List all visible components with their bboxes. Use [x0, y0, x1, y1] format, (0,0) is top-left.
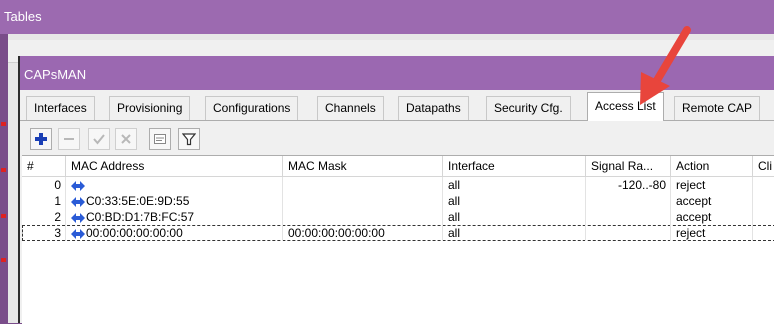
mac-address-text: C0:33:5E:0E:9D:55: [86, 194, 190, 208]
column-header-client[interactable]: Cli: [753, 156, 774, 176]
mac-address-text: 00:00:00:00:00:00: [86, 226, 183, 240]
row-interface: all: [443, 177, 586, 193]
tab-channels[interactable]: Channels: [317, 96, 384, 120]
row-action: accept: [671, 193, 753, 209]
background-row-marker: [1, 214, 6, 218]
disable-button[interactable]: [115, 128, 137, 150]
row-signal-range: [586, 193, 671, 209]
row-signal-range: -120..-80: [586, 177, 671, 193]
remove-button[interactable]: [58, 128, 80, 150]
toolbar: [20, 121, 774, 155]
row-number: 1: [22, 193, 66, 209]
column-header-number[interactable]: #: [22, 156, 66, 176]
comment-button[interactable]: [149, 128, 171, 150]
enable-button[interactable]: [88, 128, 110, 150]
background-row-marker: [1, 258, 6, 262]
table-row[interactable]: 0 all -120..-80 reject: [22, 177, 774, 193]
tab-datapaths[interactable]: Datapaths: [398, 96, 469, 120]
add-button[interactable]: [30, 128, 52, 150]
background-row-marker: [1, 122, 6, 126]
row-signal-range: [586, 209, 671, 225]
column-header-interface[interactable]: Interface: [443, 156, 586, 176]
capsman-titlebar[interactable]: CAPsMAN: [20, 56, 774, 90]
filter-icon: [182, 133, 196, 146]
comment-icon: [154, 134, 166, 144]
background-row-marker: [1, 168, 6, 172]
tab-remote-cap[interactable]: Remote CAP: [674, 96, 761, 120]
capsman-tab-bar: Interfaces Provisioning Configurations C…: [20, 90, 774, 121]
column-header-mac-mask[interactable]: MAC Mask: [283, 156, 443, 176]
row-mac-address: [66, 177, 283, 193]
tab-configurations[interactable]: Configurations: [205, 96, 299, 120]
row-number: 0: [22, 177, 66, 193]
row-mac-address: C0:BD:D1:7B:FC:57: [66, 209, 283, 225]
table-row[interactable]: 1 C0:33:5E:0E:9D:55 all accept: [22, 193, 774, 209]
check-icon: [93, 134, 105, 145]
capsman-title: CAPsMAN: [24, 67, 87, 82]
row-mac-address: C0:33:5E:0E:9D:55: [66, 193, 283, 209]
row-interface: all: [443, 225, 586, 241]
row-mac-mask: 00:00:00:00:00:00: [283, 225, 443, 241]
table-header: # MAC Address MAC Mask Interface Signal …: [22, 156, 774, 177]
mac-entry-icon: [71, 180, 85, 191]
table-row[interactable]: 2 C0:BD:D1:7B:FC:57 all accept: [22, 209, 774, 225]
mac-entry-icon: [71, 212, 85, 223]
background-window-titlebar[interactable]: Tables: [0, 0, 774, 34]
tab-access-list[interactable]: Access List: [587, 92, 664, 121]
filter-button[interactable]: [178, 128, 200, 150]
row-number: 2: [22, 209, 66, 225]
row-mac-mask: [283, 177, 443, 193]
row-mac-mask: [283, 193, 443, 209]
column-header-mac-address[interactable]: MAC Address: [66, 156, 283, 176]
plus-icon: [35, 133, 47, 145]
capsman-window: CAPsMAN Interfaces Provisioning Configur…: [18, 56, 774, 324]
row-interface: all: [443, 209, 586, 225]
background-window-title: Tables: [4, 9, 42, 24]
tab-interfaces[interactable]: Interfaces: [26, 96, 95, 120]
row-action: reject: [671, 225, 753, 241]
row-mac-address: 00:00:00:00:00:00: [66, 225, 283, 241]
column-header-signal-range[interactable]: Signal Ra...: [586, 156, 671, 176]
row-interface: all: [443, 193, 586, 209]
row-action: reject: [671, 177, 753, 193]
access-list-table: # MAC Address MAC Mask Interface Signal …: [22, 155, 774, 324]
mac-entry-icon: [71, 196, 85, 207]
minus-icon: [64, 138, 74, 140]
row-action: accept: [671, 209, 753, 225]
row-mac-mask: [283, 209, 443, 225]
tab-provisioning[interactable]: Provisioning: [109, 96, 191, 120]
background-window-edge: [0, 34, 8, 323]
table-row-selected[interactable]: 3 00:00:00:00:00:00 00:00:00:00:00:00 al…: [22, 225, 774, 241]
column-header-action[interactable]: Action: [671, 156, 753, 176]
row-number: 3: [22, 225, 66, 241]
tab-security-cfg[interactable]: Security Cfg.: [486, 96, 571, 120]
row-signal-range: [586, 225, 671, 241]
mac-address-text: C0:BD:D1:7B:FC:57: [86, 210, 195, 224]
mac-entry-icon: [71, 228, 85, 239]
cross-icon: [121, 134, 131, 144]
